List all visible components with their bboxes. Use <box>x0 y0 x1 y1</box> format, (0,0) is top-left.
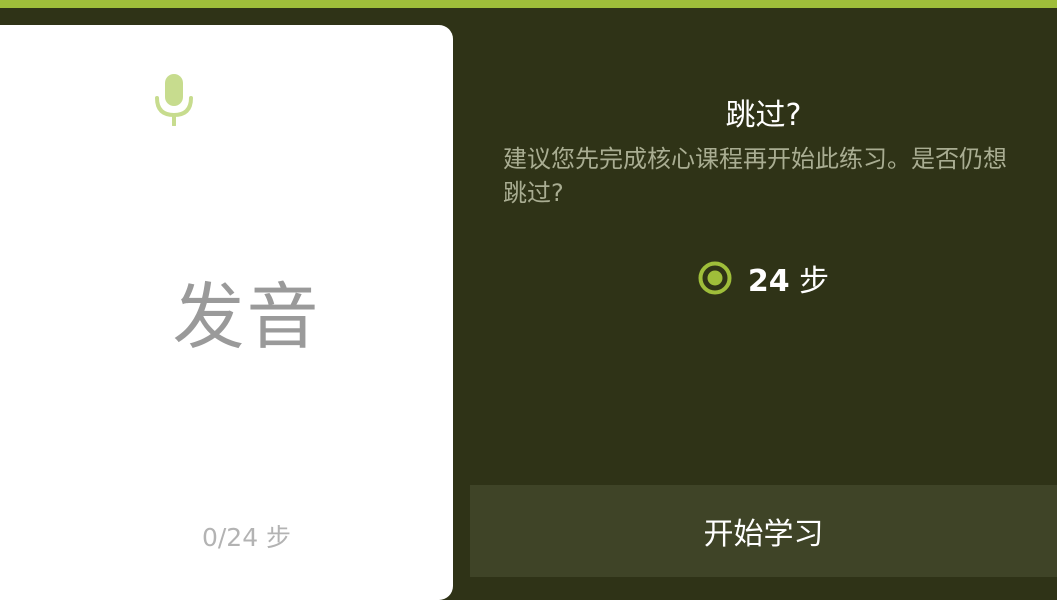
steps-count: 24 <box>747 264 790 299</box>
microphone-icon <box>155 74 193 126</box>
top-accent-bar <box>0 0 1057 8</box>
start-learning-button[interactable]: 开始学习 <box>470 485 1057 577</box>
steps-unit: 步 <box>799 264 830 299</box>
card-title: 发音 <box>172 275 321 359</box>
dialog-title: 跳过? <box>725 98 802 133</box>
dialog-description: 建议您先完成核心课程再开始此练习。是否仍想跳过? <box>503 145 1007 207</box>
steps-label: 24 步 <box>748 256 829 300</box>
steps-summary: 24 步 <box>470 256 1057 300</box>
radio-selected-icon <box>698 261 732 295</box>
card-progress: 0/24 步 <box>201 523 292 552</box>
